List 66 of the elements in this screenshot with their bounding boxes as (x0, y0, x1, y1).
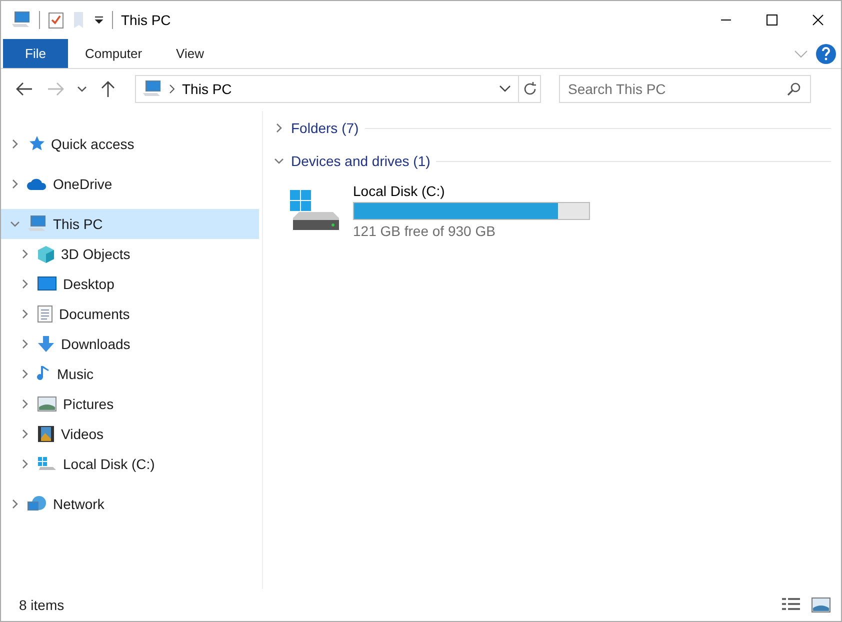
cloud-icon (27, 177, 47, 191)
chevron-down-icon[interactable] (498, 84, 512, 94)
chevron-right-icon (168, 84, 176, 94)
section-header[interactable]: Devices and drives (1) (273, 150, 831, 172)
tree-item[interactable]: Network (1, 489, 259, 519)
section-header[interactable]: Folders (7) (273, 117, 831, 139)
tree-item-label: Desktop (63, 276, 114, 292)
tree-item[interactable]: Desktop (1, 269, 259, 299)
star-icon (27, 135, 45, 153)
tree-item-label: OneDrive (53, 176, 112, 192)
tree-item-label: Pictures (63, 396, 114, 412)
network-icon (27, 495, 47, 513)
help-icon[interactable] (816, 44, 836, 64)
address-bar[interactable]: This PC (135, 75, 541, 103)
up-arrow-icon[interactable] (101, 80, 115, 98)
tree-item-label: Local Disk (C:) (63, 456, 155, 472)
drive-name: Local Disk (C:) (353, 183, 446, 199)
monitor-icon (37, 276, 57, 292)
back-arrow-icon[interactable] (15, 82, 33, 96)
free-space-text: 121 GB free of 930 GB (353, 223, 496, 239)
tree-item[interactable]: OneDrive (1, 169, 259, 199)
tree-item-label: 3D Objects (61, 246, 130, 262)
document-icon (37, 305, 53, 323)
maximize-icon[interactable] (766, 14, 778, 26)
address-path: This PC (182, 81, 233, 97)
film-icon (37, 425, 55, 443)
tree-item[interactable]: Local Disk (C:) (1, 449, 259, 479)
tree-item[interactable]: Videos (1, 419, 259, 449)
tree-item-label: Documents (59, 306, 130, 322)
drive-icon (37, 456, 57, 472)
tree-item[interactable]: Downloads (1, 329, 259, 359)
music-note-icon (37, 365, 51, 383)
large-icons-view-icon[interactable] (811, 597, 831, 613)
chevron-down-icon[interactable] (77, 85, 87, 93)
item-count: 8 items (19, 597, 64, 613)
computer-icon (11, 11, 31, 29)
tree-item-label: Music (57, 366, 94, 382)
ribbon-tab[interactable]: View (159, 39, 221, 68)
tree-item[interactable]: Quick access (1, 129, 259, 159)
dropdown-icon[interactable] (94, 15, 104, 25)
tree-item-label: Network (53, 496, 104, 512)
down-arrow-icon (37, 335, 55, 353)
tree-item-label: This PC (53, 216, 103, 232)
section-title: Devices and drives (1) (291, 153, 430, 169)
properties-icon[interactable] (48, 11, 64, 29)
details-view-icon[interactable] (781, 597, 801, 613)
tree-item-label: Videos (61, 426, 104, 442)
computer-icon (27, 215, 47, 233)
tree-item[interactable]: Music (1, 359, 259, 389)
tree-item[interactable]: Documents (1, 299, 259, 329)
tree-item-label: Downloads (61, 336, 130, 352)
tree-item-label: Quick access (51, 136, 134, 152)
tree-item[interactable]: 3D Objects (1, 239, 259, 269)
tree-item[interactable]: Pictures (1, 389, 259, 419)
close-icon[interactable] (812, 14, 824, 26)
picture-icon (37, 396, 57, 412)
ribbon-tab[interactable]: Computer (68, 39, 160, 68)
search-field[interactable]: Search This PC (559, 75, 811, 103)
section-title: Folders (7) (291, 120, 359, 136)
ribbon-tab[interactable]: File (3, 39, 68, 68)
window-title: This PC (121, 12, 171, 28)
tree-item[interactable]: This PC (1, 209, 259, 239)
cube-icon (37, 245, 55, 263)
computer-icon (142, 80, 162, 98)
refresh-icon[interactable] (522, 81, 538, 97)
search-icon (787, 82, 801, 96)
